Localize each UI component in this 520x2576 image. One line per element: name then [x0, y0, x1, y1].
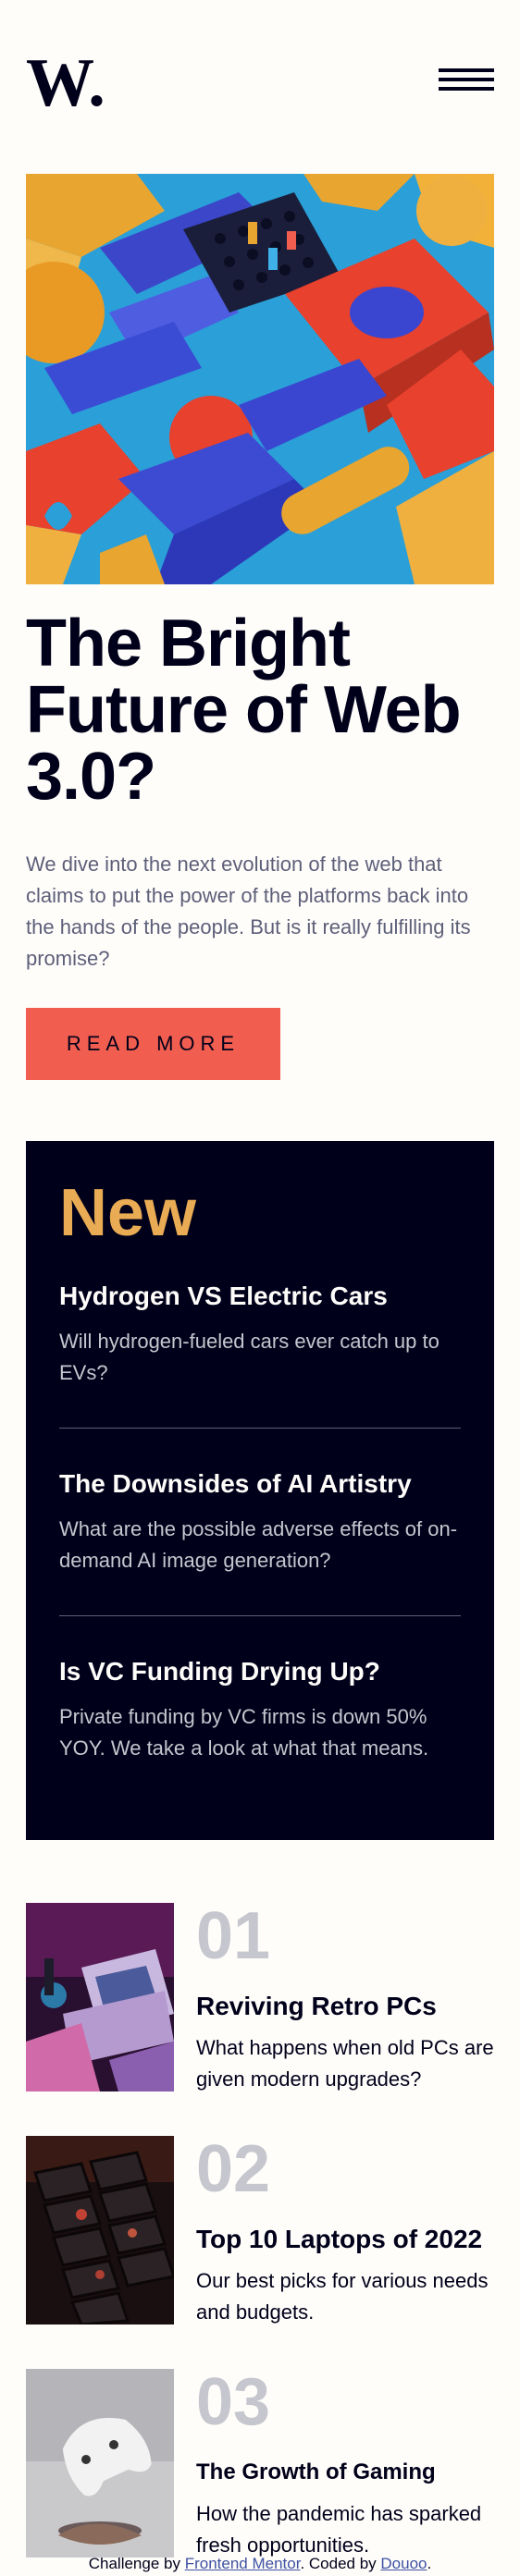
- retro-pc-thumbnail: [26, 1903, 174, 2091]
- hero-title-line: 3.0?: [26, 740, 156, 814]
- trending-title[interactable]: The Growth of Gaming: [196, 2456, 436, 2489]
- new-article-title[interactable]: Hydrogen VS Electric Cars: [59, 1280, 461, 1313]
- logo-icon[interactable]: W.: [26, 52, 118, 111]
- laptop-keyboard-thumbnail: [26, 2136, 174, 2325]
- svg-text:W.: W.: [26, 52, 105, 111]
- abstract-3d-blocks-image: [26, 174, 494, 584]
- divider: [59, 1615, 461, 1616]
- trending-desc: How the pandemic has sparked fresh oppor…: [196, 2502, 482, 2557]
- new-article-desc: What are the possible adverse effects of…: [59, 1517, 458, 1572]
- attribution-middle: . Coded by: [300, 2555, 381, 2572]
- new-articles-panel: New Hydrogen VS Electric Cars Will hydro…: [26, 1141, 494, 1840]
- game-controller-thumbnail: [26, 2369, 174, 2558]
- trending-title[interactable]: Reviving Retro PCs: [196, 1990, 437, 2023]
- new-article-desc: Private funding by VC firms is down 50% …: [59, 1705, 429, 1760]
- frontend-mentor-link[interactable]: Frontend Mentor: [185, 2555, 301, 2572]
- new-article-item[interactable]: Hydrogen VS Electric Cars Will hydrogen-…: [59, 1280, 461, 1389]
- attribution: Challenge by Frontend Mentor. Coded by D…: [0, 2554, 520, 2574]
- new-article-title[interactable]: The Downsides of AI Artistry: [59, 1467, 461, 1501]
- author-link[interactable]: Douoo: [380, 2555, 427, 2572]
- attribution-prefix: Challenge by: [88, 2555, 185, 2572]
- trending-number: 03: [196, 2365, 271, 2439]
- hero-image: [26, 174, 494, 584]
- menu-bar: [439, 87, 494, 91]
- new-article-item[interactable]: Is VC Funding Drying Up? Private funding…: [59, 1655, 461, 1764]
- new-section-heading: New: [59, 1176, 197, 1250]
- new-article-item[interactable]: The Downsides of AI Artistry What are th…: [59, 1467, 461, 1576]
- hero-title-line: The Bright: [26, 607, 351, 681]
- trending-title[interactable]: Top 10 Laptops of 2022: [196, 2223, 482, 2256]
- trending-item: 03 The Growth of Gaming How the pandemic…: [26, 2365, 494, 2558]
- trending-number: 02: [196, 2132, 271, 2206]
- site-header: W.: [26, 52, 494, 111]
- attribution-suffix: .: [427, 2555, 432, 2572]
- hero-title-line: Future of Web: [26, 673, 462, 747]
- new-article-title[interactable]: Is VC Funding Drying Up?: [59, 1655, 461, 1688]
- hero-description: We dive into the next evolution of the w…: [26, 853, 471, 970]
- read-more-button[interactable]: Read more: [26, 1008, 280, 1080]
- trending-item: 02 Top 10 Laptops of 2022 Our best picks…: [26, 2132, 494, 2325]
- trending-item: 01 Reviving Retro PCs What happens when …: [26, 1899, 494, 2091]
- divider: [59, 1428, 461, 1429]
- trending-desc: What happens when old PCs are given mode…: [196, 2036, 494, 2091]
- hero-title: The Bright Future of Web 3.0?: [26, 610, 498, 810]
- new-article-desc: Will hydrogen-fueled cars ever catch up …: [59, 1330, 440, 1384]
- menu-bar: [439, 78, 494, 81]
- trending-number: 01: [196, 1899, 271, 1973]
- hamburger-menu-icon[interactable]: [439, 68, 494, 94]
- trending-desc: Our best picks for various needs and bud…: [196, 2269, 489, 2324]
- menu-bar: [439, 68, 494, 72]
